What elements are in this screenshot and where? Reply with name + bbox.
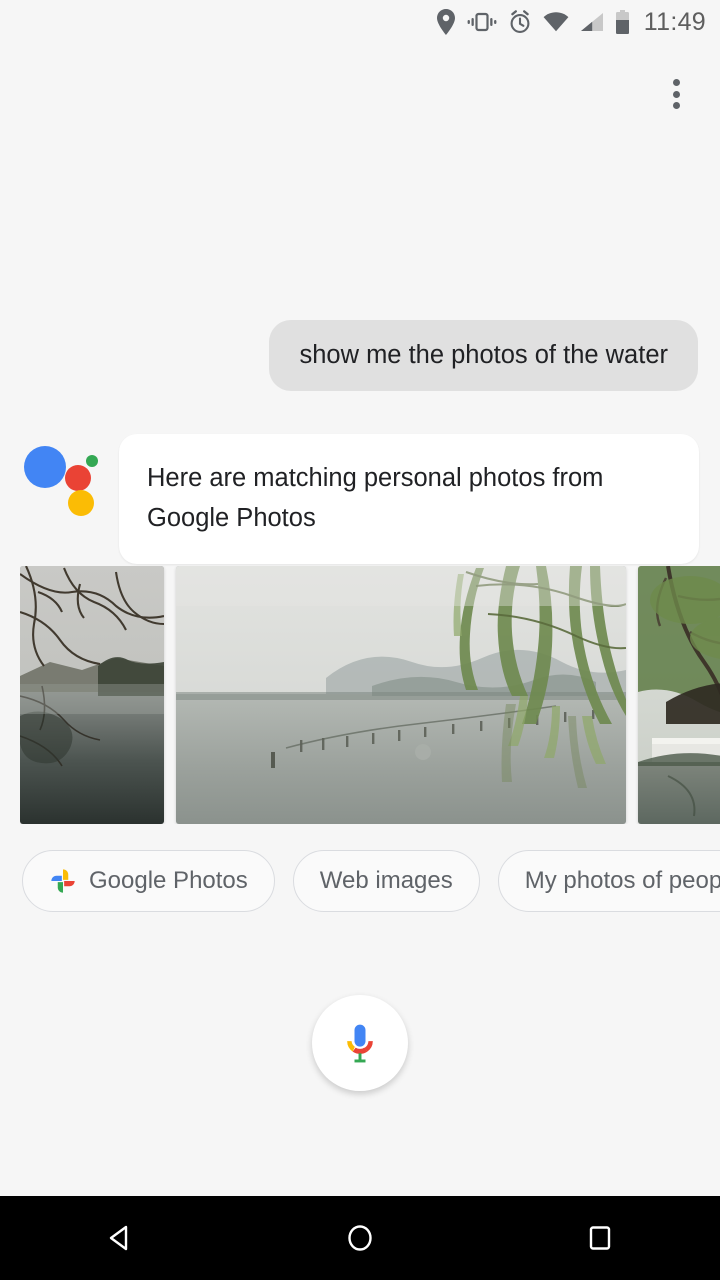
photo-results-carousel[interactable] [20,566,720,824]
assistant-dot-red [65,465,91,491]
nav-home-button[interactable] [305,1196,415,1280]
nav-back-button[interactable] [65,1196,175,1280]
google-photos-icon [49,867,77,895]
assistant-dot-yellow [68,490,94,516]
status-time: 11:49 [643,7,706,36]
overflow-dot [672,90,680,98]
chip-label: Web images [319,867,453,894]
microphone-icon [347,1024,373,1063]
android-navigation-bar [0,1196,720,1280]
status-bar: 11:49 [0,0,720,44]
back-triangle-icon [109,1225,128,1251]
chip-label: Google Photos [89,867,248,894]
assistant-message-row: Here are matching personal photos from G… [0,434,720,564]
microphone-button[interactable] [312,995,408,1091]
location-pin-icon [436,9,456,35]
chip-web-images[interactable]: Web images [292,850,480,912]
photo-result-item[interactable] [176,566,626,824]
assistant-dot-blue [24,446,66,488]
wifi-icon [543,9,569,35]
recents-square-icon [589,1226,611,1250]
photo-result-item[interactable] [20,566,164,824]
home-circle-icon [348,1225,372,1251]
overflow-dot [672,79,680,86]
google-assistant-icon [24,438,98,516]
overflow-dot [672,102,680,109]
vibrate-icon [467,9,497,35]
chip-label: My photos of people [524,867,720,894]
user-message-row: show me the photos of the water [0,320,720,391]
chip-google-photos[interactable]: Google Photos [22,850,275,912]
alarm-icon [508,9,532,35]
assistant-screen: 11:49 show me the photos of the water He… [0,0,720,1280]
assistant-response-card: Here are matching personal photos from G… [119,434,699,564]
chip-my-photos-of-people[interactable]: My photos of people [497,850,720,912]
assistant-dot-green [86,455,98,467]
nav-recents-button[interactable] [545,1196,655,1280]
battery-icon [615,9,630,35]
suggestion-chips[interactable]: Google Photos Web images My photos of pe… [22,850,720,912]
signal-icon [580,9,604,35]
user-query-bubble: show me the photos of the water [269,320,698,391]
overflow-menu-button[interactable] [659,76,693,112]
photo-result-item[interactable] [638,566,720,824]
